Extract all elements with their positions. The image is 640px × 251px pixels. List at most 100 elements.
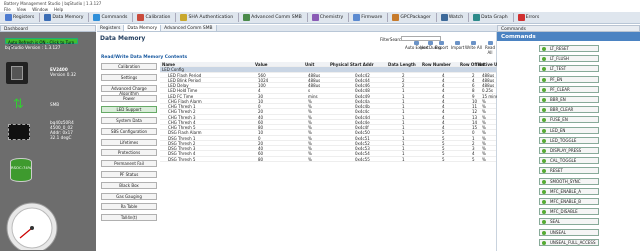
section-gas-gauging-button[interactable]: Gas Gauging [101,192,157,200]
table-cell: 5 [472,156,475,162]
table-cell[interactable]: 80 [258,157,263,162]
toolbar-label: Registers [13,15,35,20]
command-unseal-full-access-button[interactable]: UNSEAL_FULL_ACCESS [539,238,599,246]
comm-arrows-icon: ⇅ [13,97,24,112]
auto-refresh-button[interactable]: Auto Refresh is ON - Click to Turn Off [5,38,78,50]
toolbar-chemistry-button[interactable]: Chemistry [311,13,345,22]
command-status-icon [542,189,546,194]
toolbar-label: Chemistry [319,15,344,20]
command-label: MFC_DISABLE [550,209,578,215]
calibration-icon [137,14,145,21]
command-seal-button[interactable]: SEAL [539,218,599,226]
command-led-toggle-button[interactable]: LED_TOGGLE [539,136,599,144]
menu-file[interactable]: File [4,7,11,12]
page-title: Data Memory [100,35,146,42]
menu-view[interactable]: View [17,7,27,12]
dashboard-tab[interactable]: Dashboard [0,25,96,32]
toolbar-registers-button[interactable]: Registers [4,13,35,22]
command-fuse-en-button[interactable]: FUSE_EN [539,116,599,124]
command-lt-test-button[interactable]: LT_TEST [539,65,599,73]
graph-icon [473,14,481,21]
command-cal-toggle-button[interactable]: CAL_TOGGLE [539,157,599,165]
tool-import-button[interactable]: Import [451,41,464,50]
command-bbr-clear-button[interactable]: BBR_CLEAR [539,106,599,114]
tab-data-memory[interactable]: Data Memory [124,25,162,31]
section-system-data-button[interactable]: System Data [101,117,157,124]
section-settings-button[interactable]: Settings [101,73,157,81]
command-pf-en-button[interactable]: PF_EN [539,75,599,83]
toolbar-label: Commands [101,15,128,20]
section-pf-status-button[interactable]: PF Status [101,171,157,178]
section-calibration-button[interactable]: Calibration [101,63,157,70]
section-protections-button[interactable]: Protections [101,149,157,157]
section-permanent-fail-button[interactable]: Permanent Fail [101,160,157,168]
tool-read-all-button[interactable]: Read All [483,41,497,55]
tab-registers[interactable]: Registers [97,25,125,31]
device-version: Version 0.32 [50,72,77,77]
command-status-icon [542,138,546,143]
command-reset-button[interactable]: RESET [539,167,599,175]
tool-label: Import [451,45,465,50]
tool-write-all-button[interactable]: Write All [465,41,482,50]
command-pf-clear-button[interactable]: PF_CLEAR [539,85,599,93]
commands-list: LT_RESET LT_FLUSH LT_TEST PF_EN PF_CLEAR BBR_… [497,41,640,251]
command-status-icon [542,128,546,133]
command-lt-flush-button[interactable]: LT_FLUSH [539,55,599,63]
section-ra-table-button[interactable]: Ra Table [101,203,157,211]
commands-tab[interactable]: Commands [497,25,640,32]
toolbar-firmware-button[interactable]: Firmware [352,13,383,22]
registers-icon [5,14,12,21]
command-label: RESET [550,168,563,174]
toolbar-data-memory-button[interactable]: Data Memory [43,13,84,22]
command-status-icon [542,87,546,92]
command-display-press-button[interactable]: DISPLAY_PRESS [539,147,599,154]
tab-advanced-comm-smb[interactable]: Advanced Comm SMB [161,25,217,31]
command-mfc-enable-a-button[interactable]: MFC_ENABLE_A [539,187,599,195]
toolbar-watch-button[interactable]: Watch [440,13,464,22]
section-led-support-button[interactable]: LED Support [101,106,157,114]
command-label: BBR_CLEAR [550,107,574,113]
main-toolbar: Registers Data Memory Commands Calibration S… [0,12,640,24]
toolbar-sha-authentication-button[interactable]: SHA Authentication [179,13,234,22]
section-lifetimes-button[interactable]: Lifetimes [101,138,157,146]
command-unseal-button[interactable]: UNSEAL [539,228,599,236]
command-status-icon [542,200,546,204]
toolbar-errors-button[interactable]: Errors [517,13,541,22]
battery-label: RSOC:74% [11,165,32,170]
tool-export-button[interactable]: Export [435,41,448,50]
command-mfc-disable-button[interactable]: MFC_DISABLE [539,208,599,216]
section-advanced-charge-algorithm-button[interactable]: Advanced Charge Algorithm [101,84,157,96]
command-mfc-enable-b-button[interactable]: MFC_ENABLE_B [539,198,599,205]
menu-help[interactable]: Help [54,7,63,12]
toolbar-data-graph-button[interactable]: Data Graph [472,13,509,22]
document-tabs: Registers Data Memory Advanced Comm SMB [97,25,497,32]
toolbar-commands-button[interactable]: Commands [92,13,128,22]
section-tall4n-t--button[interactable]: Tall4n(t) [101,214,157,222]
table-cell: % [308,156,312,162]
table-cell: 5 [442,156,445,162]
command-led-en-button[interactable]: LED_EN [539,126,599,134]
toolbar-advanced-comm-smb-button[interactable]: Advanced Comm SMB [242,13,303,22]
table-cell: DSG Thresh 5 [168,156,196,162]
section-power-button[interactable]: Power [101,95,157,103]
toolbar-label: SHA Authentication [188,15,234,20]
command-lt-reset-button[interactable]: LT_RESET [539,45,599,52]
firmware-icon [353,14,361,21]
menu-window[interactable]: Window [32,7,48,12]
toolbar-label: Firmware [361,15,383,20]
command-bbr-en-button[interactable]: BBR_EN [539,96,599,103]
toolbar-calibration-button[interactable]: Calibration [136,13,171,22]
section-black-box-button[interactable]: Black Box [101,181,157,189]
tool-label: Export [435,45,449,50]
packager-icon [392,14,400,21]
tool-label: Write All [465,45,482,50]
commands-icon [93,14,101,21]
section-sbs-configuration-button[interactable]: SBS Configuration [101,127,157,135]
command-smooth-sync-button[interactable]: SMOOTH_SYNC [539,177,599,185]
command-status-icon [542,47,546,51]
toolbar-gpcpackager-button[interactable]: GPCPackager [391,13,431,22]
toolbar-label: GPCPackager [400,15,431,20]
command-label: LT_TEST [550,66,567,72]
toolbar-label: Errors [525,15,540,20]
command-label: CAL_TOGGLE [550,158,577,164]
